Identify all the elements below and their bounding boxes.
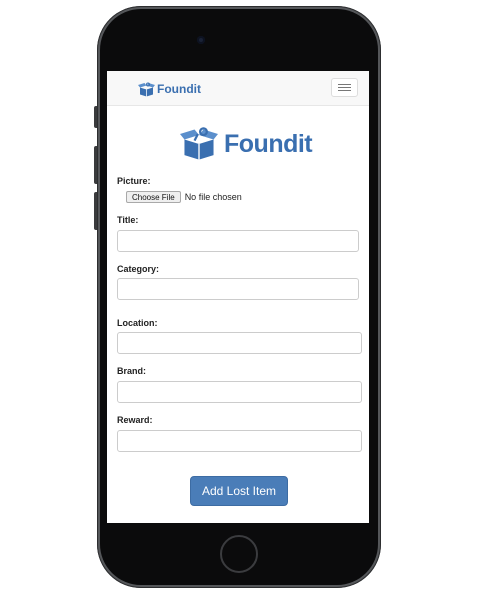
hamburger-bar (338, 90, 351, 91)
volume-down-button (94, 192, 97, 230)
location-input[interactable] (117, 332, 362, 354)
choose-file-button[interactable]: Choose File (126, 191, 181, 203)
picture-label: Picture: (117, 176, 151, 186)
phone-screen: Foundit Foundit Picture: Choose File No … (107, 71, 369, 523)
title-input[interactable] (117, 230, 359, 252)
brand-input[interactable] (117, 381, 362, 403)
picture-file-input[interactable]: Choose File No file chosen (126, 191, 242, 203)
camera-icon (197, 36, 205, 44)
navbar-brand-text: Foundit (157, 82, 201, 96)
add-lost-item-button[interactable]: Add Lost Item (190, 476, 288, 506)
navbar-toggle-button[interactable] (331, 78, 358, 97)
navbar-brand[interactable]: Foundit (138, 81, 201, 97)
hamburger-menu-icon (338, 84, 351, 85)
hamburger-bar (338, 87, 351, 88)
title-label: Title: (117, 215, 139, 225)
open-box-icon (180, 127, 218, 160)
location-label: Location: (117, 318, 158, 328)
brand-label: Brand: (117, 366, 146, 376)
reward-label: Reward: (117, 415, 153, 425)
mute-switch (94, 106, 97, 128)
home-button[interactable] (220, 535, 258, 573)
navbar: Foundit (107, 71, 369, 106)
open-box-icon (138, 82, 155, 96)
reward-input[interactable] (117, 430, 362, 452)
page-logo: Foundit (180, 127, 313, 161)
category-input[interactable] (117, 278, 359, 300)
volume-up-button (94, 146, 97, 184)
category-label: Category: (117, 264, 160, 274)
logo-text: Foundit (224, 129, 313, 158)
file-status-text: No file chosen (184, 192, 242, 202)
